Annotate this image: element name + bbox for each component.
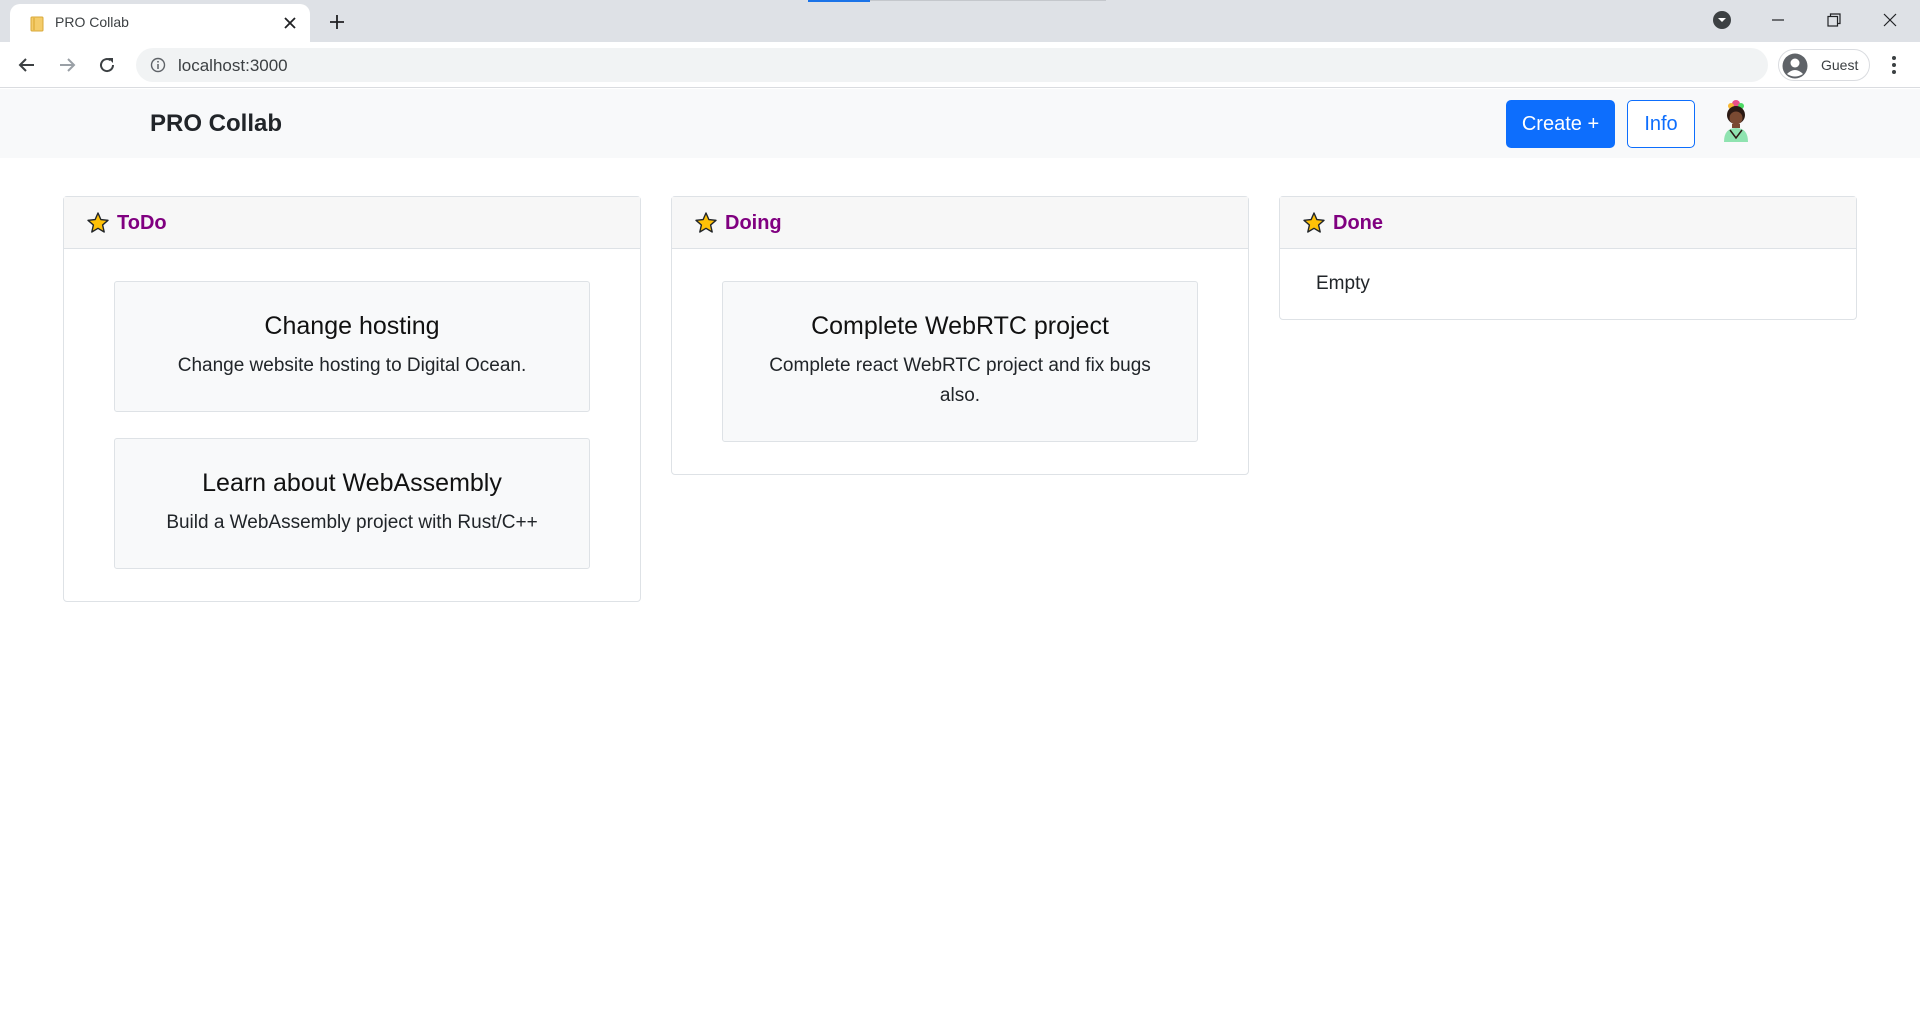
tab-title: PRO Collab <box>55 14 129 30</box>
info-button[interactable]: Info <box>1627 100 1695 148</box>
browser-tab[interactable]: PRO Collab <box>10 4 310 42</box>
column-body: Change hosting Change website hosting to… <box>64 249 640 601</box>
column-done: Done Empty <box>1279 196 1857 320</box>
column-body: Complete WebRTC project Complete react W… <box>672 249 1248 474</box>
column-title: Done <box>1333 212 1383 234</box>
app-navbar: PRO Collab Create + Info <box>0 89 1920 158</box>
task-card[interactable]: Learn about WebAssembly Build a WebAssem… <box>114 438 590 569</box>
column-todo: ToDo Change hosting Change website hosti… <box>63 196 641 602</box>
close-tab-icon[interactable] <box>281 14 299 32</box>
create-button[interactable]: Create + <box>1506 100 1615 148</box>
column-header: Doing <box>672 197 1248 249</box>
new-tab-button[interactable] <box>324 10 350 34</box>
browser-toolbar: localhost:3000 Guest <box>0 42 1920 88</box>
empty-state-text: Empty <box>1316 273 1370 294</box>
reload-button[interactable] <box>92 50 122 80</box>
star-icon <box>87 212 109 233</box>
reload-icon <box>100 58 115 73</box>
task-card[interactable]: Change hosting Change website hosting to… <box>114 281 590 412</box>
tab-loading-indicator <box>808 0 870 2</box>
restore-icon <box>1827 13 1841 27</box>
close-window-button[interactable] <box>1864 0 1916 40</box>
profile-button[interactable]: Guest <box>1778 49 1870 81</box>
card-description: Build a WebAssembly project with Rust/C+… <box>166 512 538 533</box>
browser-menu-button[interactable] <box>1882 52 1906 78</box>
card-description: Change website hosting to Digital Ocean. <box>177 355 527 376</box>
tab-divider <box>870 0 1106 1</box>
back-button[interactable] <box>12 50 42 80</box>
column-title: ToDo <box>117 212 167 234</box>
minimize-icon <box>1772 19 1784 21</box>
chevron-down-circle-icon <box>1713 11 1731 29</box>
close-icon <box>1883 13 1897 27</box>
url-text: localhost:3000 <box>178 56 288 75</box>
browser-tab-strip: PRO Collab <box>0 0 1920 42</box>
user-avatar[interactable] <box>1716 98 1756 148</box>
tab-search-button[interactable] <box>1696 0 1748 40</box>
info-icon[interactable] <box>150 57 166 73</box>
profile-label: Guest <box>1821 57 1859 73</box>
star-icon <box>695 212 717 233</box>
column-header: Done <box>1280 197 1856 249</box>
task-card[interactable]: Complete WebRTC project Complete react W… <box>722 281 1198 442</box>
card-title: Change hosting <box>264 312 440 340</box>
arrow-right-icon <box>60 58 76 72</box>
forward-button[interactable] <box>52 50 82 80</box>
address-bar[interactable]: localhost:3000 <box>136 48 1768 82</box>
minimize-button[interactable] <box>1752 0 1804 40</box>
column-doing: Doing Complete WebRTC project Complete r… <box>671 196 1249 475</box>
arrow-left-icon <box>18 58 34 72</box>
star-icon <box>1303 212 1325 233</box>
brand-title[interactable]: PRO Collab <box>150 110 282 138</box>
column-title: Doing <box>725 212 782 234</box>
document-favicon-icon <box>30 16 44 32</box>
card-title: Learn about WebAssembly <box>202 469 502 497</box>
column-header: ToDo <box>64 197 640 249</box>
card-description: Complete react WebRTC project and fix bu… <box>769 355 1151 406</box>
user-icon <box>1782 53 1808 79</box>
plus-icon <box>330 15 344 29</box>
more-vertical-icon <box>1892 56 1896 74</box>
card-title: Complete WebRTC project <box>811 312 1109 340</box>
restore-button[interactable] <box>1808 0 1860 40</box>
